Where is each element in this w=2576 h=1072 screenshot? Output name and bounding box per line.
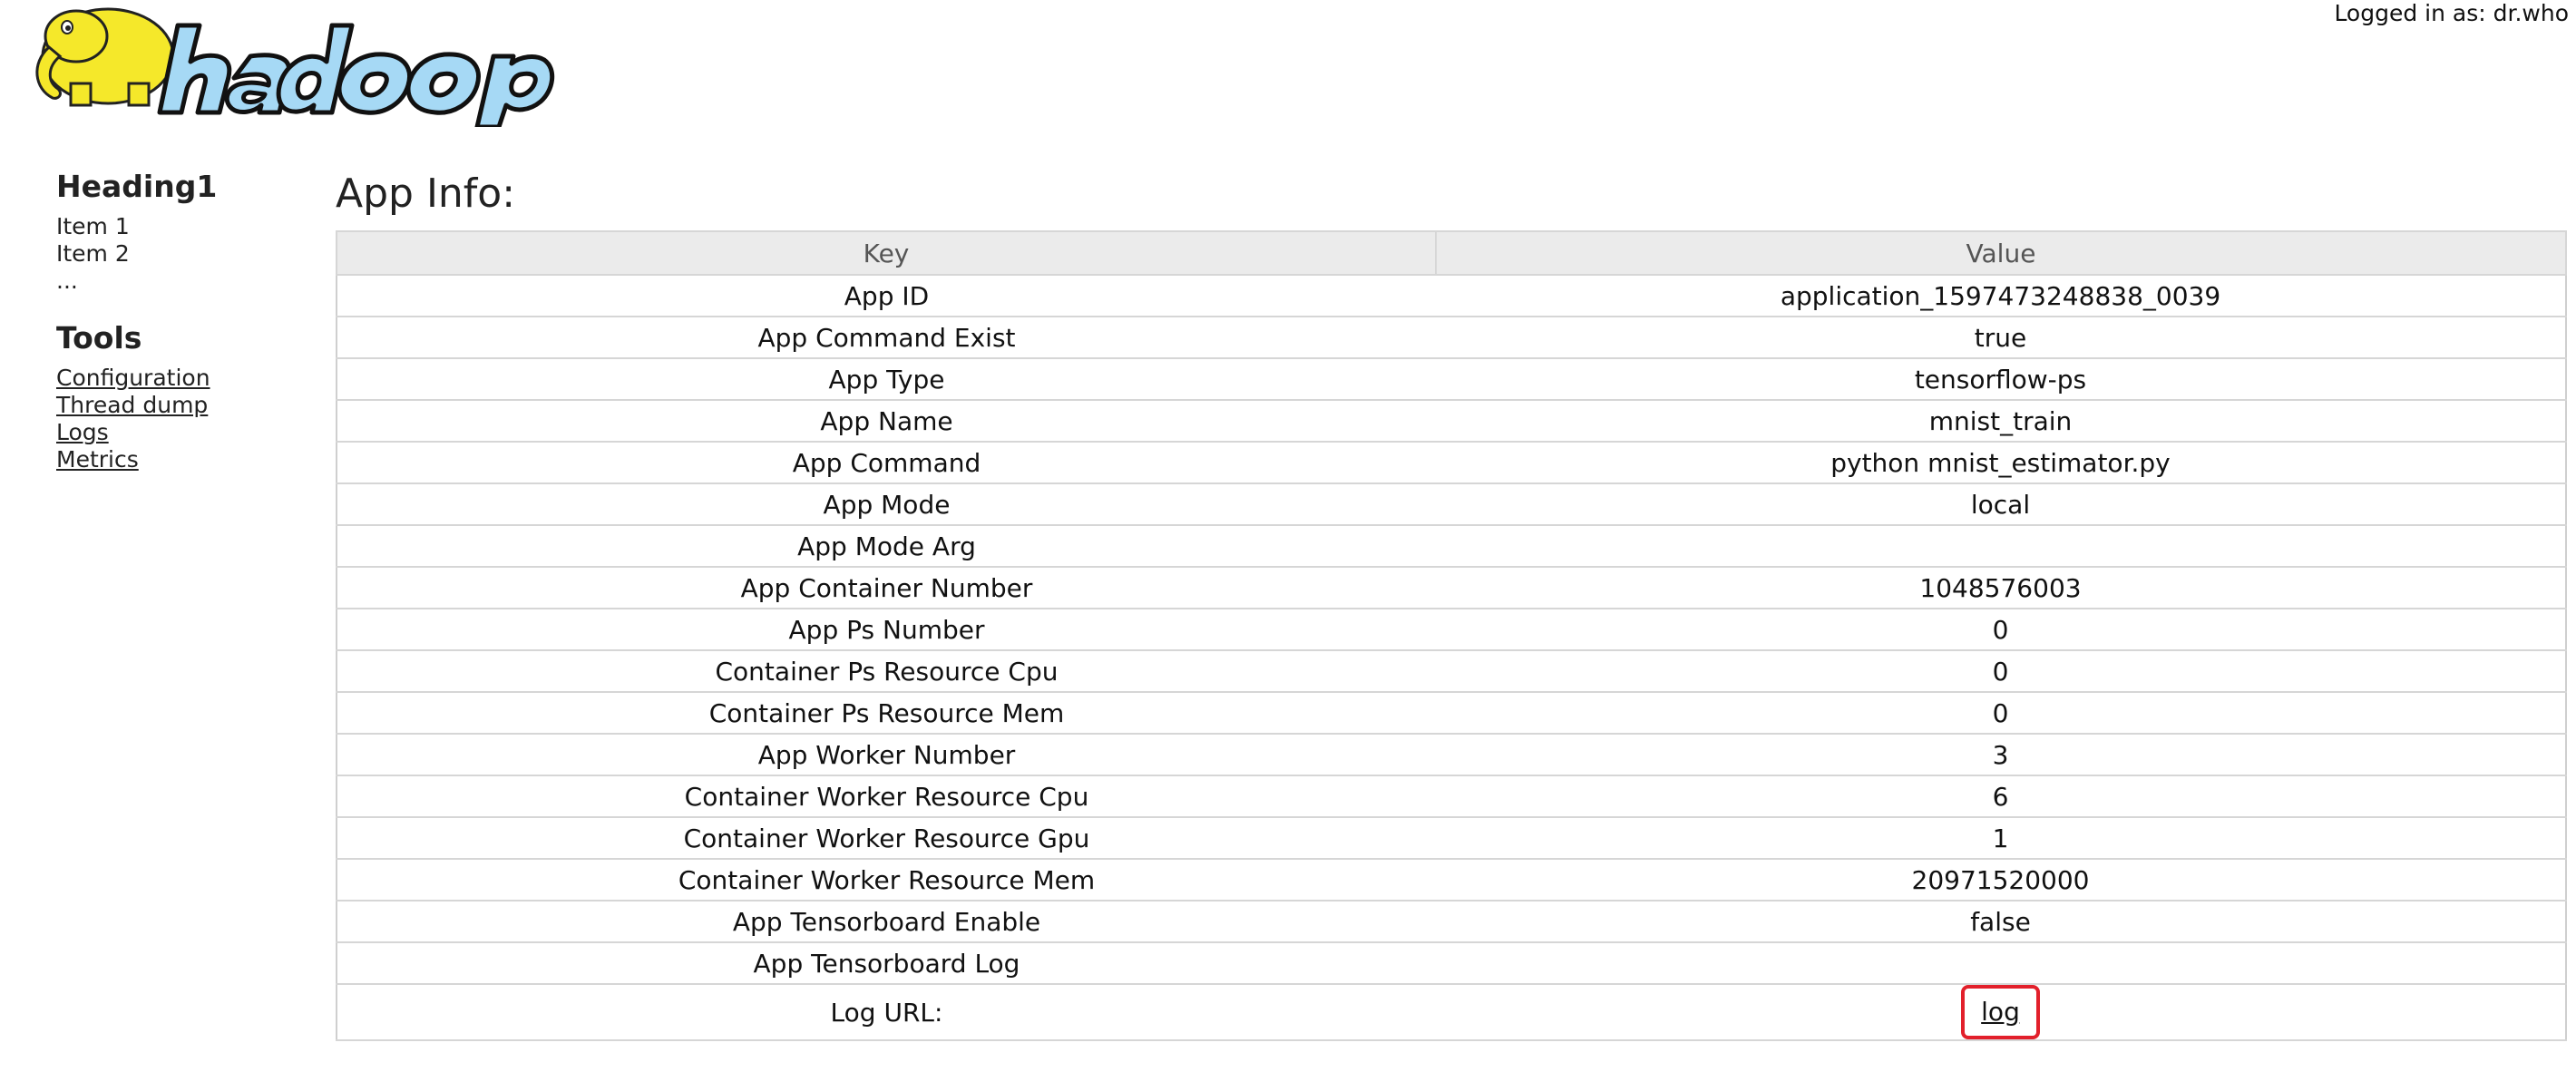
- table-row: App Command python mnist_estimator.py: [337, 441, 2566, 484]
- row-value: false: [1436, 900, 2566, 943]
- page-header: Logged in as: dr.who: [0, 0, 2576, 145]
- tools-link-thread-dump[interactable]: Thread dump: [56, 392, 292, 419]
- sidebar-heading1: Heading1: [56, 169, 218, 204]
- tools-link-metrics[interactable]: Metrics: [56, 446, 292, 473]
- row-value: [1436, 941, 2566, 985]
- row-key: Log URL:: [337, 983, 1436, 1041]
- page-title: App Info:: [336, 171, 516, 217]
- row-key: App Command: [337, 441, 1436, 484]
- row-value: 0: [1436, 649, 2566, 693]
- row-key: App Mode: [337, 482, 1436, 526]
- table-row: Container Ps Resource Cpu 0: [337, 649, 2566, 693]
- column-header-value[interactable]: Value: [1435, 230, 2567, 276]
- row-key: App ID: [337, 274, 1436, 317]
- row-value: log: [1436, 983, 2566, 1041]
- row-value: 0: [1436, 608, 2566, 651]
- hadoop-wordmark: [157, 23, 555, 127]
- table-row: App Tensorboard Log: [337, 941, 2566, 985]
- table-row: App Mode Arg: [337, 524, 2566, 568]
- row-key: App Tensorboard Log: [337, 941, 1436, 985]
- row-key: Container Worker Resource Mem: [337, 858, 1436, 901]
- sidebar-item-ellipsis: ...: [56, 268, 78, 294]
- row-key: App Worker Number: [337, 733, 1436, 776]
- log-url-link[interactable]: log: [1961, 985, 2040, 1039]
- row-value: tensorflow-ps: [1436, 357, 2566, 401]
- row-key: App Mode Arg: [337, 524, 1436, 568]
- sidebar: Heading1 Item 1 Item 2 ... Tools Configu…: [56, 169, 292, 473]
- table-row: App Command Exist true: [337, 316, 2566, 359]
- table-row: App Mode local: [337, 482, 2566, 526]
- column-header-key[interactable]: Key: [336, 230, 1437, 276]
- row-key: Container Worker Resource Gpu: [337, 816, 1436, 860]
- row-key: App Tensorboard Enable: [337, 900, 1436, 943]
- row-value: 1048576003: [1436, 566, 2566, 609]
- logged-in-user: Logged in as: dr.who: [2334, 0, 2569, 26]
- table-row: App Type tensorflow-ps: [337, 357, 2566, 401]
- row-value: [1436, 524, 2566, 568]
- row-key: Container Worker Resource Cpu: [337, 775, 1436, 818]
- row-key: App Container Number: [337, 566, 1436, 609]
- row-value: 6: [1436, 775, 2566, 818]
- sidebar-tools-heading: Tools: [56, 320, 142, 356]
- sidebar-item-1: Item 1: [56, 213, 130, 239]
- tools-link-logs[interactable]: Logs: [56, 419, 292, 446]
- table-header-row: Key Value: [336, 230, 2567, 276]
- table-row: App Worker Number 3: [337, 733, 2566, 776]
- table-row: App ID application_1597473248838_0039: [337, 274, 2566, 317]
- row-value: true: [1436, 316, 2566, 359]
- table-row: Log URL: log: [337, 983, 2566, 1041]
- row-key: Container Ps Resource Cpu: [337, 649, 1436, 693]
- table-row: Container Worker Resource Cpu 6: [337, 775, 2566, 818]
- row-key: App Type: [337, 357, 1436, 401]
- table-row: Container Worker Resource Gpu 1: [337, 816, 2566, 860]
- row-value: python mnist_estimator.py: [1436, 441, 2566, 484]
- row-key: App Name: [337, 399, 1436, 443]
- row-key: App Ps Number: [337, 608, 1436, 651]
- row-value: local: [1436, 482, 2566, 526]
- row-value: mnist_train: [1436, 399, 2566, 443]
- app-info-table: Key Value App ID application_159747324883…: [336, 230, 2567, 1041]
- table-row: Container Worker Resource Mem 20971520000: [337, 858, 2566, 901]
- table-row: App Container Number 1048576003: [337, 566, 2566, 609]
- row-value: 1: [1436, 816, 2566, 860]
- hadoop-logo: [35, 7, 555, 127]
- elephant-icon: [35, 7, 183, 107]
- table-row: App Tensorboard Enable false: [337, 900, 2566, 943]
- table-row: App Ps Number 0: [337, 608, 2566, 651]
- table-row: Container Ps Resource Mem 0: [337, 691, 2566, 735]
- row-key: App Command Exist: [337, 316, 1436, 359]
- row-value: application_1597473248838_0039: [1436, 274, 2566, 317]
- main-content: App Info: Key Value App ID application_15…: [336, 169, 2567, 1041]
- tools-link-configuration[interactable]: Configuration: [56, 365, 292, 392]
- sidebar-item-2: Item 2: [56, 240, 130, 267]
- row-value: 3: [1436, 733, 2566, 776]
- row-value: 20971520000: [1436, 858, 2566, 901]
- table-row: App Name mnist_train: [337, 399, 2566, 443]
- row-key: Container Ps Resource Mem: [337, 691, 1436, 735]
- row-value: 0: [1436, 691, 2566, 735]
